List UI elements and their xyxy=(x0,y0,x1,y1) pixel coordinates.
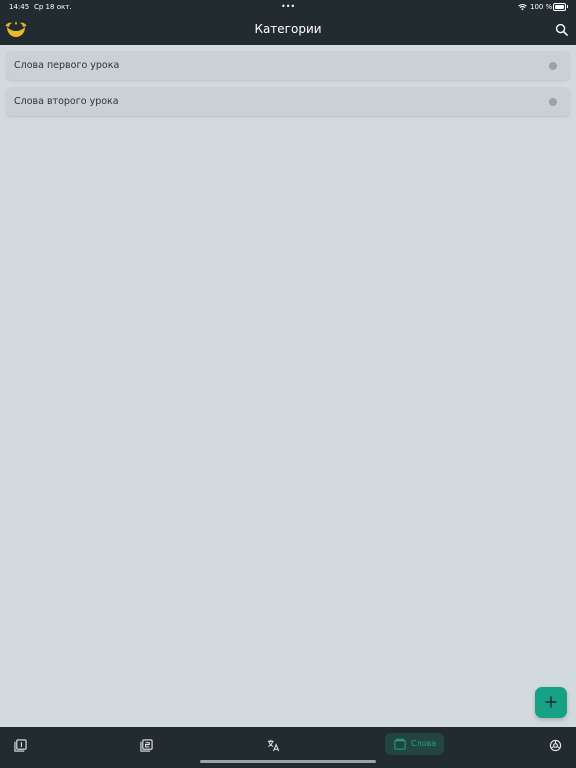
cards-one-icon xyxy=(14,739,27,752)
page-title: Категории xyxy=(254,22,322,36)
tab-words[interactable]: Слова xyxy=(385,733,444,755)
multitask-dots[interactable]: ••• xyxy=(281,2,295,11)
add-category-button[interactable] xyxy=(535,687,567,718)
tab-translate[interactable] xyxy=(267,737,280,752)
battery-icon xyxy=(553,3,568,11)
tab-cards-two[interactable] xyxy=(140,737,153,752)
category-label: Слова второго урока xyxy=(14,96,119,107)
settings-icon xyxy=(549,739,562,752)
cards-two-icon xyxy=(140,739,153,752)
category-item[interactable]: Слова второго урока xyxy=(6,87,570,116)
translate-icon xyxy=(267,739,280,752)
tab-cards-one[interactable] xyxy=(14,737,27,752)
tab-words-label: Слова xyxy=(411,739,437,748)
status-bar: 14:45 Ср 18 окт. ••• 100 % xyxy=(0,0,576,14)
status-dot-icon xyxy=(549,98,557,106)
folder-icon xyxy=(394,738,406,750)
status-dot-icon xyxy=(549,62,557,70)
category-list: Слова первого урока Слова второго урока xyxy=(6,51,570,123)
home-indicator[interactable] xyxy=(200,760,376,763)
header: Категории xyxy=(0,14,576,45)
plus-icon xyxy=(545,696,557,708)
wifi-icon xyxy=(518,4,527,11)
status-time: 14:45 xyxy=(9,3,30,11)
search-icon[interactable] xyxy=(555,23,568,36)
battery-percent: 100 % xyxy=(530,3,553,11)
status-date: Ср 18 окт. xyxy=(34,3,72,11)
category-label: Слова первого урока xyxy=(14,60,120,71)
tab-settings[interactable] xyxy=(549,737,562,752)
category-item[interactable]: Слова первого урока xyxy=(6,51,570,80)
